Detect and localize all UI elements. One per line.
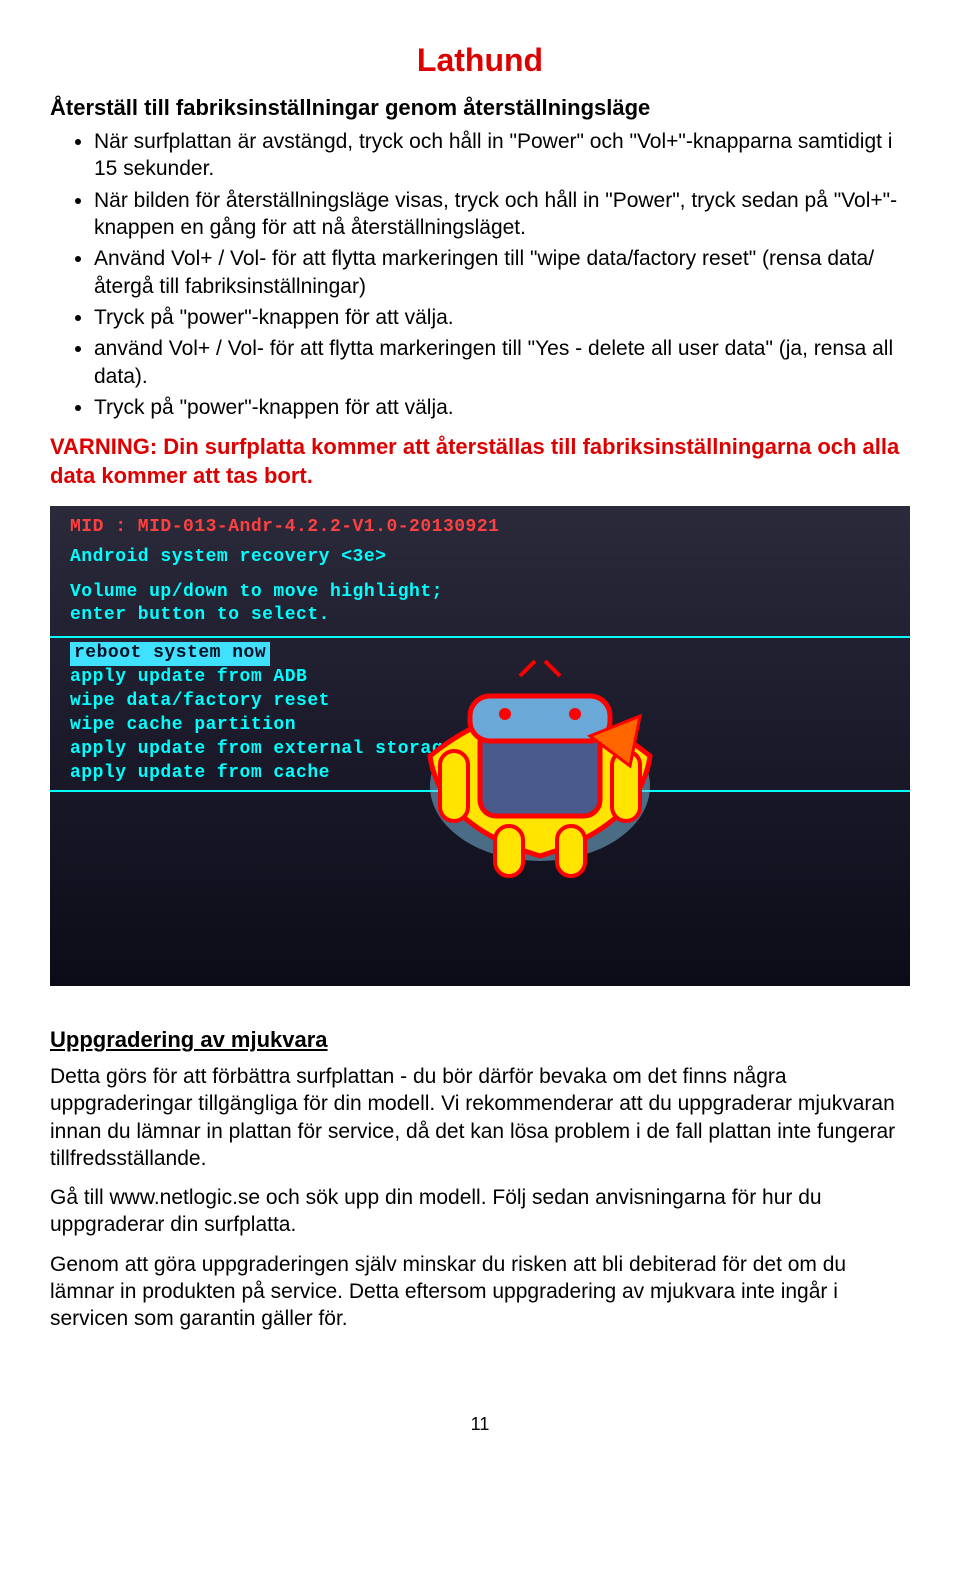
- recovery-hint2: enter button to select.: [70, 604, 330, 627]
- instruction-list: När surfplattan är avstängd, tryck och h…: [50, 128, 910, 421]
- recovery-option-wipe-cache: wipe cache partition: [70, 714, 296, 737]
- upgrade-paragraph-2: Gå till www.netlogic.se och sök upp din …: [50, 1184, 910, 1239]
- list-item: Tryck på "power"-knappen för att välja.: [94, 304, 910, 331]
- divider-line: [50, 636, 910, 638]
- recovery-screenshot: MID : MID-013-Andr-4.2.2-V1.0-20130921 A…: [50, 506, 910, 986]
- page-title: Lathund: [50, 40, 910, 82]
- list-item: När surfplattan är avstängd, tryck och h…: [94, 128, 910, 183]
- recovery-title-line: Android system recovery <3e>: [70, 546, 386, 569]
- list-item: Tryck på "power"-knappen för att välja.: [94, 394, 910, 421]
- list-item: Använd Vol+ / Vol- för att flytta marker…: [94, 245, 910, 300]
- upgrade-paragraph-1: Detta görs för att förbättra surfplattan…: [50, 1063, 910, 1172]
- page-number: 11: [50, 1413, 910, 1436]
- recovery-option-wipe-data: wipe data/factory reset: [70, 690, 330, 713]
- list-item: använd Vol+ / Vol- för att flytta marker…: [94, 335, 910, 390]
- recovery-build-line: MID : MID-013-Andr-4.2.2-V1.0-20130921: [70, 516, 499, 539]
- upgrade-paragraph-3: Genom att göra uppgraderingen själv mins…: [50, 1251, 910, 1333]
- recovery-hint1: Volume up/down to move highlight;: [70, 581, 443, 604]
- recovery-option-cache: apply update from cache: [70, 762, 330, 785]
- section-heading: Återställ till fabriksinställningar geno…: [50, 94, 910, 123]
- upgrade-heading: Uppgradering av mjukvara: [50, 1026, 910, 1055]
- list-item: När bilden för återställningsläge visas,…: [94, 187, 910, 242]
- recovery-option-adb: apply update from ADB: [70, 666, 307, 689]
- android-recovery-icon: [380, 656, 700, 916]
- recovery-option-reboot: reboot system now: [70, 642, 270, 665]
- warning-text: VARNING: Din surfplatta kommer att åters…: [50, 433, 910, 490]
